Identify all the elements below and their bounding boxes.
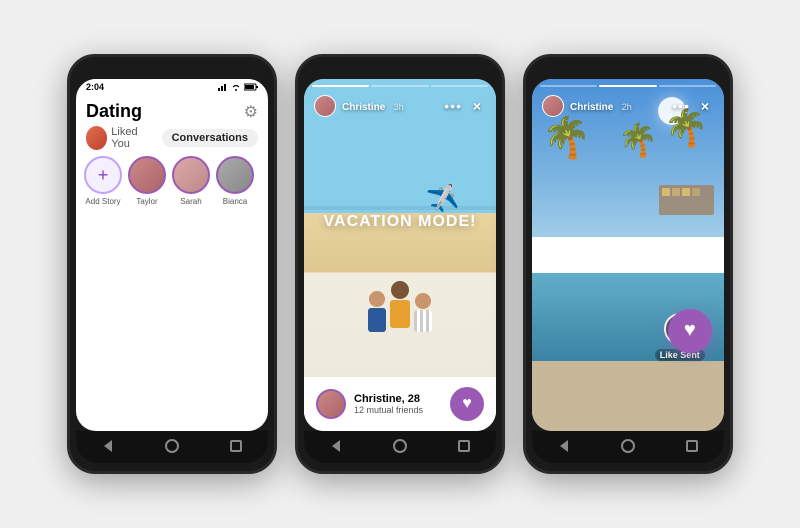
story-2-username: Christine (342, 102, 385, 113)
liked-avatar (86, 126, 107, 150)
story-3-dots-icon[interactable]: ••• (672, 98, 690, 114)
liked-you-label: Liked You (111, 126, 153, 150)
phone-1-bottom-nav (76, 431, 268, 463)
story-2-bottom-avatar (316, 389, 346, 419)
add-story-circle: + (84, 156, 122, 194)
wifi-icon (231, 83, 241, 91)
story-2-user-text: Christine 3h (342, 97, 404, 115)
story-2-mutual: 12 mutual friends (354, 405, 423, 415)
dating-title: Dating (86, 101, 142, 122)
story-3-avatar (542, 95, 564, 117)
phone-2-screen: Christine 3h ••• × VACATION MODE! ✈️ (304, 79, 496, 431)
story-3-top-bar: Christine 2h ••• × (532, 87, 724, 121)
status-icons-1 (218, 83, 258, 91)
story-bianca[interactable]: Bianca (216, 156, 254, 206)
like-sent-badge: ♥ Like Sent (655, 313, 705, 361)
phone-1: 2:04 (67, 54, 277, 474)
story-2-dots-icon[interactable]: ••• (444, 98, 462, 114)
square-icon-3 (686, 440, 698, 452)
girls-group (368, 281, 432, 332)
phone-2-wrapper: Christine 3h ••• × VACATION MODE! ✈️ (295, 54, 505, 474)
story-3-user-text: Christine 2h (570, 97, 632, 115)
story-3-user-info: Christine 2h (542, 95, 632, 117)
story-2-avatar (314, 95, 336, 117)
taylor-circle (128, 156, 166, 194)
story-2-user-info: Christine 3h (314, 95, 404, 117)
story-2-name: Christine, 28 (354, 393, 423, 405)
stories-row: + Add Story Taylor Sarah Bianca (76, 156, 268, 212)
square-icon (230, 440, 242, 452)
home-icon (165, 439, 179, 453)
resort-building (659, 185, 714, 215)
story-3-close-icon[interactable]: × (696, 97, 714, 115)
back-icon-3 (560, 440, 568, 452)
vacation-overlay-text: VACATION MODE! (324, 213, 477, 231)
phone-notch-3 (598, 65, 658, 75)
phone-3-bottom-nav (532, 431, 724, 463)
bianca-label: Bianca (223, 197, 247, 206)
home-button[interactable] (163, 437, 181, 455)
home-button-2[interactable] (391, 437, 409, 455)
back-button-2[interactable] (327, 437, 345, 455)
story-3-screen: 🌴 🌴 🌴 (532, 79, 724, 431)
story-2-actions: ••• × (444, 97, 486, 115)
sarah-circle (172, 156, 210, 194)
add-story-item[interactable]: + Add Story (84, 156, 122, 206)
phone-notch-1 (142, 65, 202, 75)
home-icon-2 (393, 439, 407, 453)
dating-header: Dating ⚙ (76, 95, 268, 126)
phone-2-bottom-nav (304, 431, 496, 463)
sarah-label: Sarah (180, 197, 201, 206)
back-icon (104, 440, 112, 452)
signal-icon (218, 83, 228, 91)
pool-bg: 🌴 🌴 🌴 (532, 79, 724, 431)
square-icon-2 (458, 440, 470, 452)
home-icon-3 (621, 439, 635, 453)
tab-liked-you[interactable]: Liked You (86, 126, 154, 150)
story-2-profile-text: Christine, 28 12 mutual friends (354, 393, 423, 415)
story-2-screen: Christine 3h ••• × VACATION MODE! ✈️ (304, 79, 496, 431)
plus-icon: + (98, 166, 109, 184)
status-time: 2:04 (86, 82, 104, 92)
back-icon-2 (332, 440, 340, 452)
phone-3-screen: 🌴 🌴 🌴 (532, 79, 724, 431)
story-2-bottom-card: Christine, 28 12 mutual friends ♥ (304, 377, 496, 431)
conversations-label: Conversations (172, 132, 248, 144)
add-story-label: Add Story (85, 197, 120, 206)
home-button-3[interactable] (619, 437, 637, 455)
taylor-label: Taylor (136, 197, 157, 206)
story-2-like-button[interactable]: ♥ (450, 387, 484, 421)
palm-tree-3: 🌴 (618, 121, 658, 159)
back-button-3[interactable] (555, 437, 573, 455)
tabs-row: Liked You Conversations (76, 126, 268, 156)
phone-1-wrapper: 2:04 (67, 54, 277, 474)
bianca-circle (216, 156, 254, 194)
story-3-time: 2h (622, 102, 632, 112)
battery-icon (244, 83, 258, 91)
story-3-username: Christine (570, 102, 613, 113)
recents-button[interactable] (227, 437, 245, 455)
back-button[interactable] (99, 437, 117, 455)
like-heart-button: ♥ (668, 309, 712, 353)
phone-3-wrapper: 🌴 🌴 🌴 (523, 54, 733, 474)
tab-conversations[interactable]: Conversations (162, 129, 258, 147)
story-2-bottom-user: Christine, 28 12 mutual friends (316, 389, 423, 419)
phone-3: 🌴 🌴 🌴 (523, 54, 733, 474)
recents-button-2[interactable] (455, 437, 473, 455)
palm-tree-1: 🌴 (542, 114, 592, 161)
heart-icon-3: ♥ (684, 319, 696, 342)
story-sarah[interactable]: Sarah (172, 156, 210, 206)
heart-icon-2: ♥ (462, 395, 472, 413)
phone-notch-2 (370, 65, 430, 75)
status-bar-1: 2:04 (76, 79, 268, 95)
story-2-time: 3h (394, 102, 404, 112)
story-2-close-icon[interactable]: × (468, 97, 486, 115)
story-2-top-bar: Christine 3h ••• × (304, 87, 496, 121)
gear-icon[interactable]: ⚙ (244, 102, 258, 122)
recents-button-3[interactable] (683, 437, 701, 455)
phone-1-screen: 2:04 (76, 79, 268, 431)
phone-2: Christine 3h ••• × VACATION MODE! ✈️ (295, 54, 505, 474)
story-taylor[interactable]: Taylor (128, 156, 166, 206)
story-3-actions: ••• × (672, 97, 714, 115)
